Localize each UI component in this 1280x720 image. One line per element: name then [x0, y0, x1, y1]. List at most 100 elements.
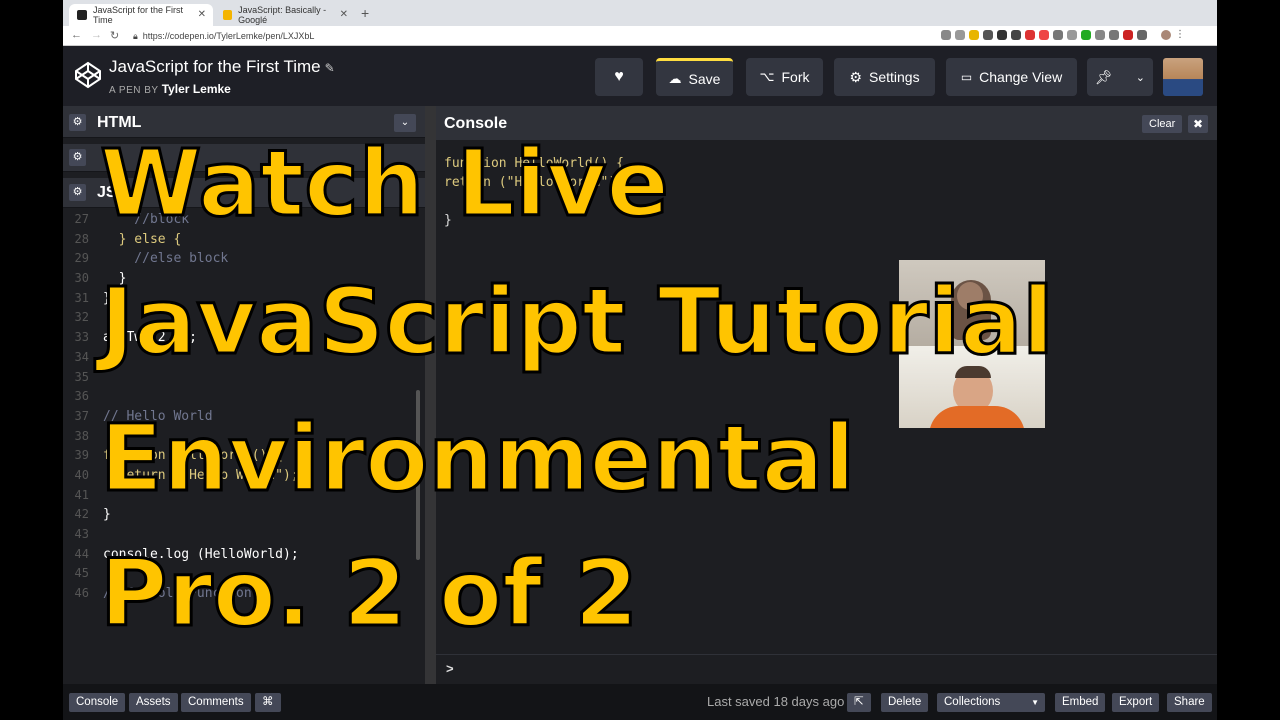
codepen-logo-icon[interactable] — [73, 60, 103, 90]
settings-label: Settings — [868, 69, 920, 85]
reload-icon[interactable]: ↻ — [110, 29, 119, 42]
by-label: A PEN BY — [109, 85, 159, 96]
extension-icon[interactable] — [969, 30, 979, 40]
pen-title[interactable]: JavaScript for the First Time ✎ — [109, 57, 335, 77]
change-view-button[interactable]: ▭ Change View — [946, 58, 1077, 96]
google-docs-favicon-icon — [223, 10, 233, 20]
user-avatar[interactable] — [1163, 58, 1203, 96]
profile-avatar[interactable] — [1161, 30, 1171, 40]
code-text: //else block — [103, 251, 229, 267]
line-number: 34 — [74, 349, 89, 364]
chevron-down-icon[interactable]: ⌄ — [394, 114, 416, 132]
extension-icon[interactable] — [1081, 30, 1091, 40]
console-header: Console Clear ✖ — [436, 106, 1217, 140]
pen-title-text: JavaScript for the First Time — [109, 57, 321, 76]
change-view-label: Change View — [979, 69, 1063, 85]
browser-tab-bar: JavaScript for the First Time ✕ JavaScri… — [63, 0, 1217, 26]
extension-icon[interactable] — [1123, 30, 1133, 40]
code-line: 41 — [63, 486, 425, 506]
address-bar[interactable]: 🔒︎ https://codepen.io/TylerLemke/pen/LXJ… — [133, 28, 983, 44]
extension-icon[interactable] — [1025, 30, 1035, 40]
extension-icon[interactable] — [997, 30, 1007, 40]
html-editor-header[interactable]: ⚙ HTML ⌄ — [63, 106, 425, 138]
extensions-bar: ⋮ — [941, 30, 1185, 40]
collections-dropdown[interactable]: Collections ▼ — [937, 693, 1045, 712]
tab-close-icon[interactable]: ✕ — [340, 9, 348, 20]
gear-icon[interactable]: ⚙ — [69, 184, 86, 201]
line-number: 43 — [74, 527, 89, 541]
extension-icon[interactable] — [1137, 30, 1147, 40]
console-panel: Console Clear ✖ function HelloWorld() { … — [436, 106, 1217, 684]
webcam-overlay — [899, 260, 1045, 428]
menu-icon[interactable]: ⋮ — [1175, 30, 1185, 40]
bookmark-star-icon[interactable] — [955, 30, 965, 40]
code-line: 27 //block — [63, 210, 425, 230]
code-text: } — [103, 290, 111, 306]
extension-icon[interactable] — [1067, 30, 1077, 40]
console-line: } — [444, 213, 452, 228]
pane-resizer[interactable] — [425, 106, 436, 684]
gear-icon[interactable]: ⚙ — [69, 114, 86, 131]
js-editor-header[interactable]: ⚙ JS — [63, 178, 425, 208]
zoom-icon[interactable] — [941, 30, 951, 40]
embed-button[interactable]: Embed — [1055, 693, 1106, 712]
codepen-favicon-icon — [77, 10, 87, 20]
settings-button[interactable]: ⚙ Settings — [834, 58, 935, 96]
line-number: 41 — [74, 487, 89, 502]
forward-icon[interactable]: → — [91, 29, 102, 41]
lock-icon: 🔒︎ — [133, 30, 138, 41]
extension-icon[interactable] — [1039, 30, 1049, 40]
comments-button[interactable]: Comments — [181, 693, 251, 712]
extension-icon[interactable] — [1095, 30, 1105, 40]
share-button[interactable]: Share — [1167, 693, 1212, 712]
new-tab-icon[interactable]: + — [361, 5, 369, 21]
css-editor-header[interactable]: ⚙ — [63, 144, 425, 172]
keyboard-shortcuts-button[interactable]: ⌘ — [255, 693, 281, 712]
code-text: } — [103, 271, 127, 287]
caret-down-icon: ▼ — [1031, 698, 1039, 707]
browser-tab-active[interactable]: JavaScript for the First Time ✕ — [69, 4, 213, 26]
extension-icon[interactable] — [1053, 30, 1063, 40]
code-line: 45 — [63, 564, 425, 584]
code-line: 32 — [63, 308, 425, 328]
console-button[interactable]: Console — [69, 693, 126, 712]
editor-scrollbar[interactable] — [416, 390, 420, 560]
delete-button[interactable]: Delete — [881, 693, 929, 712]
code-line: 40 return ("Hello World"); — [63, 466, 425, 486]
browser-tab[interactable]: JavaScript: Basically - Googlé ✕ — [215, 4, 355, 26]
assets-button[interactable]: Assets — [129, 693, 178, 712]
pin-menu-button[interactable]: 📌︎ ⌄ — [1087, 58, 1153, 96]
edit-pencil-icon[interactable]: ✎ — [325, 61, 335, 75]
code-text: } — [103, 507, 111, 523]
clear-console-button[interactable]: Clear — [1142, 115, 1183, 133]
close-console-button[interactable]: ✖ — [1188, 115, 1208, 133]
author-name[interactable]: Tyler Lemke — [162, 82, 231, 96]
js-code-editor[interactable]: 27 //block 28 } else {29 //else block 30 }… — [63, 210, 425, 604]
line-number: 27 — [74, 212, 89, 226]
gear-icon[interactable]: ⚙ — [69, 149, 86, 166]
code-text: // Console Function — [103, 586, 252, 602]
code-line: 28 } else { — [63, 230, 425, 250]
extension-icon[interactable] — [983, 30, 993, 40]
save-button[interactable]: ☁ Save — [656, 58, 733, 96]
fork-button[interactable]: ⌥ Fork — [746, 58, 823, 96]
footer-bar: Console Assets Comments ⌘ Last saved 18 … — [63, 684, 1217, 720]
extension-icon[interactable] — [1011, 30, 1021, 40]
code-line: 44 console.log (HelloWorld); — [63, 545, 425, 565]
back-icon[interactable]: ← — [71, 29, 82, 41]
line-number: 38 — [74, 428, 89, 443]
open-external-icon[interactable]: ⇱ — [847, 693, 871, 712]
code-text: //block — [103, 212, 190, 227]
line-number: 45 — [74, 566, 89, 581]
console-input[interactable]: > — [436, 654, 1217, 684]
line-number: 30 — [74, 271, 89, 286]
line-number: 32 — [74, 310, 89, 325]
code-line: 46 // Console Function — [63, 584, 425, 604]
tab-title: JavaScript for the First Time — [93, 5, 184, 25]
export-button[interactable]: Export — [1112, 693, 1160, 712]
code-line: 33 addTwo(2,4); — [63, 328, 425, 348]
tab-close-icon[interactable]: ✕ — [198, 9, 206, 20]
code-text: console.log (HelloWorld); — [103, 546, 299, 562]
heart-button[interactable]: ♥ — [595, 58, 643, 96]
extension-icon[interactable] — [1109, 30, 1119, 40]
